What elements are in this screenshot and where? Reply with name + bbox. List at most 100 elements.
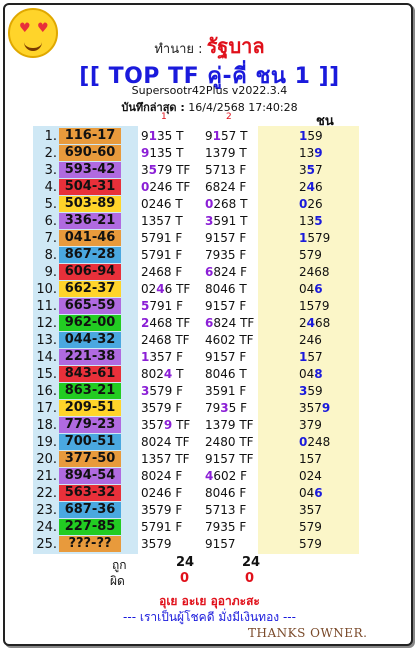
result-pair: 894-54 xyxy=(59,468,121,484)
result-pair: 700-51 xyxy=(59,434,121,450)
highlighted-digit: 8 xyxy=(314,367,323,381)
table-row: 8. 867-28 5791 F 7935 F 579 xyxy=(33,247,359,264)
chon-digits: 046 xyxy=(299,486,323,500)
set2-digits: 1379 T xyxy=(205,146,247,160)
version-text: Supersootr42Plus v2022.3.4 xyxy=(131,84,288,97)
set2-digits: 9157 F xyxy=(205,231,246,245)
chon-digits: 379 xyxy=(299,418,322,432)
set1-digits: 2468 TF xyxy=(141,333,190,347)
chon-digits: 357 xyxy=(299,163,323,177)
set1-digits: 8024 F xyxy=(141,469,182,483)
result-pair: 843-61 xyxy=(59,366,121,382)
digit-text: 1357 T xyxy=(141,214,183,228)
digit-text: 4602 TF xyxy=(205,333,254,347)
saved-label: บันทึกล่าสุด : xyxy=(121,101,185,114)
chon-digits: 046 xyxy=(299,282,323,296)
table-row: 25. ???-?? 3579 9157 579 xyxy=(33,536,359,553)
chon-digits: 1579 xyxy=(299,231,330,245)
set1-digits: 3579 F xyxy=(141,401,182,415)
digit-text: 2468 xyxy=(299,265,330,279)
set1-digits: 0246 T xyxy=(141,197,183,211)
highlighted-digit: 5 xyxy=(314,214,323,228)
set2-digits: 5713 F xyxy=(205,163,246,177)
digit-text: 591 T xyxy=(213,214,248,228)
digit-text: 1379 T xyxy=(205,146,247,160)
result-pair: 503-89 xyxy=(59,196,121,212)
row-index: 9. xyxy=(44,265,57,280)
digit-text: 357 xyxy=(299,503,322,517)
highlighted-digit: 4 xyxy=(306,180,315,194)
digit-text: 2468 TF xyxy=(141,333,190,347)
chon-digits: 2468 xyxy=(299,316,330,330)
set2-digits: 6824 F xyxy=(205,180,246,194)
row-index: 25. xyxy=(36,537,57,552)
digit-text: 9157 TF xyxy=(205,452,254,466)
digit-text: 0246 F xyxy=(141,486,183,500)
table-row: 16. 863-21 3579 F 3591 F 359 xyxy=(33,383,359,400)
row-index: 12. xyxy=(36,316,57,331)
set1-digits: 9135 T xyxy=(141,146,183,160)
col1-hit-count: 24 xyxy=(176,555,195,570)
set2-digits: 6824 TF xyxy=(205,316,254,330)
digit-text: 5 F xyxy=(228,401,247,415)
digit-text: 157 xyxy=(299,452,322,466)
digit-text: 59 xyxy=(307,384,323,398)
digit-text: 468 TF xyxy=(149,316,191,330)
digit-text: 35 T xyxy=(157,129,184,143)
set1-digits: 1357 F xyxy=(141,350,183,364)
result-pair: ???-?? xyxy=(59,536,121,552)
set1-digits: 9135 T xyxy=(141,129,183,143)
set1-digits: 2468 F xyxy=(141,265,182,279)
digit-text: 9 xyxy=(205,129,213,143)
digit-text: 579 xyxy=(299,520,322,534)
digit-text: TF xyxy=(172,418,191,432)
set1-digits: 3579 xyxy=(141,537,172,551)
table-row: 17. 209-51 3579 F 7935 F 3579 xyxy=(33,400,359,417)
digit-text: 3579 F xyxy=(141,401,183,415)
chon-digits: 157 xyxy=(299,452,322,466)
digit-text: 0246 T xyxy=(141,197,183,211)
highlighted-digit: 5 xyxy=(306,163,315,177)
set2-digits: 9157 T xyxy=(205,129,247,143)
digit-text: 3591 F xyxy=(205,384,247,398)
table-row: 23. 687-36 3579 F 5713 F 357 xyxy=(33,502,359,519)
row-index: 20. xyxy=(36,452,57,467)
table-row: 21. 894-54 8024 F 4602 F 024 xyxy=(33,468,359,485)
row-index: 22. xyxy=(36,486,57,501)
result-pair: 687-36 xyxy=(59,502,121,518)
digit-text: 04 xyxy=(299,367,315,381)
digit-text: 7 xyxy=(315,163,323,177)
result-pair: 227-85 xyxy=(59,519,121,535)
chon-digits: 579 xyxy=(299,537,322,551)
digit-text: 3579 F xyxy=(141,503,183,517)
table-row: 20. 377-50 1357 TF 9157 TF 157 xyxy=(33,451,359,468)
digit-text: 7935 F xyxy=(205,248,247,262)
chon-digits: 357 xyxy=(299,503,322,517)
table-row: 12. 962-00 2468 TF 6824 TF 2468 xyxy=(33,315,359,332)
table-row: 9. 606-94 2468 F 6824 F 2468 xyxy=(33,264,359,281)
digit-text: 024 xyxy=(299,469,322,483)
saved-time-line: บันทึกล่าสุด : 16/4/2568 17:40:28 xyxy=(0,98,419,116)
result-pair: 690-60 xyxy=(59,145,121,161)
chon-digits: 359 xyxy=(299,384,323,398)
set1-digits: 5791 F xyxy=(141,248,182,262)
table-row: 15. 843-61 8024 T 8046 T 048 xyxy=(33,366,359,383)
result-pair: 336-21 xyxy=(59,213,121,229)
digit-text: 3 xyxy=(141,163,149,177)
set1-digits: 8024 T xyxy=(141,367,183,381)
digit-text: 6824 F xyxy=(205,180,247,194)
chon-digits: 1579 xyxy=(299,299,330,313)
highlighted-digit: 4 xyxy=(156,282,165,296)
chon-digits: 139 xyxy=(299,146,323,160)
digit-text: 57 xyxy=(307,350,323,364)
table-row: 3. 593-42 3579 TF 5713 F 357 xyxy=(33,162,359,179)
result-pair: 867-28 xyxy=(59,247,121,263)
result-pair: 962-00 xyxy=(59,315,121,331)
chon-digits: 048 xyxy=(299,367,323,381)
digit-text: 1579 xyxy=(299,299,330,313)
digit-text: 5791 F xyxy=(141,248,183,262)
digit-text: 26 xyxy=(307,197,323,211)
footer-motto: --- เราเป็นผู้โชคดี มั่งมีเงินทอง --- xyxy=(123,610,296,624)
col2-miss-count: 0 xyxy=(245,571,255,586)
digit-text: 357 xyxy=(299,401,322,415)
